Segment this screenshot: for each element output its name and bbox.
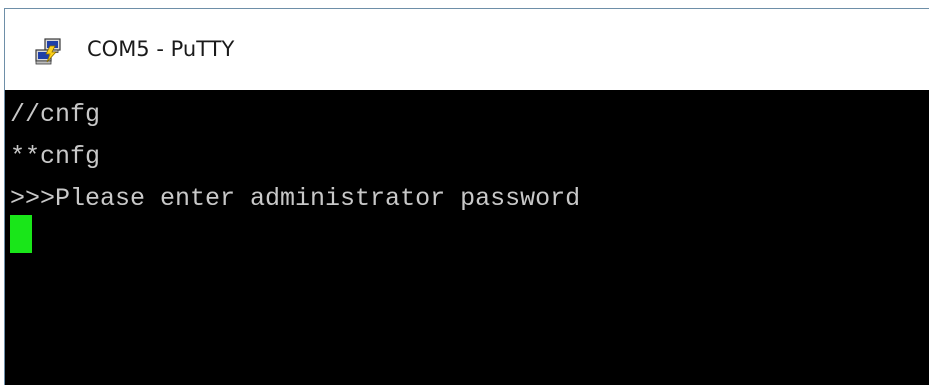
- window-title: COM5 - PuTTY: [87, 37, 235, 61]
- terminal-line: **cnfg: [10, 142, 101, 171]
- putty-icon[interactable]: [33, 37, 63, 67]
- terminal-screen[interactable]: //cnfg **cnfg >>>Please enter administra…: [5, 90, 929, 385]
- terminal-line: //cnfg: [10, 100, 101, 129]
- terminal-line: >>>Please enter administrator password: [10, 184, 581, 213]
- text-cursor: [10, 215, 32, 253]
- title-bar[interactable]: COM5 - PuTTY: [5, 9, 929, 90]
- putty-window: COM5 - PuTTY //cnfg **cnfg >>>Please ent…: [4, 8, 929, 385]
